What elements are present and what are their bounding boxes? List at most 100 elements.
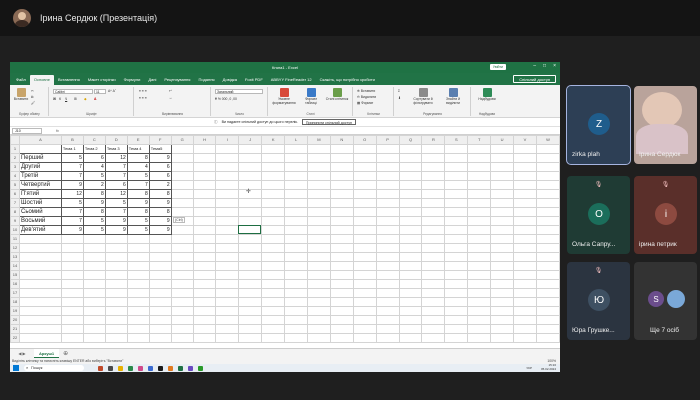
row-header[interactable]: 12 bbox=[10, 243, 20, 253]
cell[interactable] bbox=[329, 252, 354, 262]
cell[interactable] bbox=[261, 144, 286, 154]
cell[interactable] bbox=[238, 234, 263, 244]
cell[interactable] bbox=[513, 279, 537, 289]
cell[interactable] bbox=[104, 243, 128, 253]
cell[interactable]: 9 bbox=[148, 225, 172, 235]
cell[interactable] bbox=[398, 180, 423, 190]
cell[interactable] bbox=[444, 225, 469, 235]
cell[interactable] bbox=[421, 270, 446, 280]
cell[interactable] bbox=[261, 171, 286, 181]
cell[interactable] bbox=[513, 216, 537, 226]
cell[interactable] bbox=[126, 243, 150, 253]
cell[interactable] bbox=[490, 306, 515, 316]
cell[interactable] bbox=[375, 144, 400, 154]
cell[interactable] bbox=[490, 252, 515, 262]
cell[interactable] bbox=[307, 162, 331, 172]
cell[interactable] bbox=[284, 144, 309, 154]
format-cells-button[interactable]: ▦ Формат bbox=[357, 101, 373, 105]
cell[interactable] bbox=[192, 288, 217, 298]
cell[interactable] bbox=[352, 288, 377, 298]
cell[interactable] bbox=[398, 198, 423, 208]
cell[interactable] bbox=[238, 243, 263, 253]
cell[interactable] bbox=[467, 162, 492, 172]
cell[interactable] bbox=[192, 261, 217, 271]
cell[interactable] bbox=[513, 162, 537, 172]
cell[interactable] bbox=[104, 297, 128, 307]
cell[interactable] bbox=[513, 225, 537, 235]
cell[interactable] bbox=[148, 306, 172, 316]
cell[interactable] bbox=[192, 225, 217, 235]
cell[interactable] bbox=[215, 216, 240, 226]
cell[interactable] bbox=[490, 198, 515, 208]
cell[interactable] bbox=[104, 288, 128, 298]
cell[interactable] bbox=[513, 306, 537, 316]
cell[interactable] bbox=[467, 144, 492, 154]
cell[interactable] bbox=[170, 207, 194, 217]
cell[interactable] bbox=[170, 198, 194, 208]
cell[interactable] bbox=[444, 270, 469, 280]
cell[interactable] bbox=[215, 279, 240, 289]
cell[interactable] bbox=[82, 261, 106, 271]
cell[interactable] bbox=[421, 198, 446, 208]
cell[interactable] bbox=[307, 297, 331, 307]
cell[interactable] bbox=[398, 315, 423, 325]
underline-button[interactable]: Ч bbox=[65, 97, 67, 101]
column-header[interactable]: F bbox=[148, 135, 172, 145]
cell[interactable] bbox=[284, 306, 309, 316]
cell[interactable] bbox=[192, 216, 217, 226]
row-header[interactable]: 21 bbox=[10, 324, 20, 334]
font-color-icon[interactable]: A bbox=[94, 97, 96, 101]
cell[interactable] bbox=[18, 252, 62, 262]
cell[interactable] bbox=[82, 279, 106, 289]
cell[interactable] bbox=[126, 306, 150, 316]
cell[interactable] bbox=[18, 306, 62, 316]
cell[interactable]: 6 bbox=[104, 180, 128, 190]
cell[interactable] bbox=[398, 333, 423, 343]
cell[interactable] bbox=[352, 225, 377, 235]
cell[interactable] bbox=[192, 333, 217, 343]
cell[interactable]: 8 bbox=[126, 189, 150, 199]
cell[interactable] bbox=[238, 207, 263, 217]
cell[interactable] bbox=[375, 270, 400, 280]
cell[interactable] bbox=[215, 153, 240, 163]
cell[interactable]: Тема5 bbox=[148, 144, 172, 154]
cell[interactable] bbox=[170, 144, 194, 154]
cell[interactable] bbox=[284, 270, 309, 280]
cell[interactable]: 9 bbox=[126, 198, 150, 208]
cell[interactable] bbox=[329, 279, 354, 289]
cell[interactable] bbox=[261, 234, 286, 244]
cell[interactable] bbox=[513, 180, 537, 190]
delete-cells-button[interactable]: ⊖ Видалити bbox=[357, 95, 376, 99]
cell[interactable] bbox=[535, 270, 560, 280]
cell[interactable] bbox=[375, 297, 400, 307]
cell[interactable] bbox=[490, 180, 515, 190]
cell[interactable]: 5 bbox=[104, 198, 128, 208]
cell[interactable]: Дев'ятий bbox=[18, 225, 62, 235]
cell[interactable] bbox=[126, 270, 150, 280]
cell[interactable] bbox=[170, 315, 194, 325]
taskbar-search[interactable]: Пошук bbox=[24, 365, 84, 371]
cell[interactable] bbox=[421, 243, 446, 253]
cell[interactable] bbox=[352, 189, 377, 199]
ribbon-tab[interactable]: Довідка bbox=[219, 75, 241, 85]
cell[interactable] bbox=[170, 297, 194, 307]
close-icon[interactable]: × bbox=[553, 63, 556, 69]
cell[interactable] bbox=[398, 261, 423, 271]
cell[interactable] bbox=[329, 144, 354, 154]
cell[interactable] bbox=[18, 297, 62, 307]
italic-button[interactable]: К bbox=[59, 97, 61, 101]
cell[interactable]: Другий bbox=[18, 162, 62, 172]
name-box[interactable]: J10 bbox=[12, 127, 42, 134]
cell[interactable]: 9 bbox=[60, 225, 84, 235]
row-header[interactable]: 17 bbox=[10, 288, 20, 298]
cell[interactable] bbox=[60, 288, 84, 298]
cell[interactable] bbox=[467, 189, 492, 199]
cell[interactable] bbox=[444, 243, 469, 253]
cell[interactable] bbox=[535, 216, 560, 226]
cell[interactable] bbox=[329, 225, 354, 235]
cell[interactable] bbox=[104, 261, 128, 271]
cell[interactable]: 2 bbox=[82, 180, 106, 190]
cell[interactable] bbox=[352, 243, 377, 253]
cell[interactable] bbox=[467, 180, 492, 190]
cell[interactable] bbox=[490, 234, 515, 244]
